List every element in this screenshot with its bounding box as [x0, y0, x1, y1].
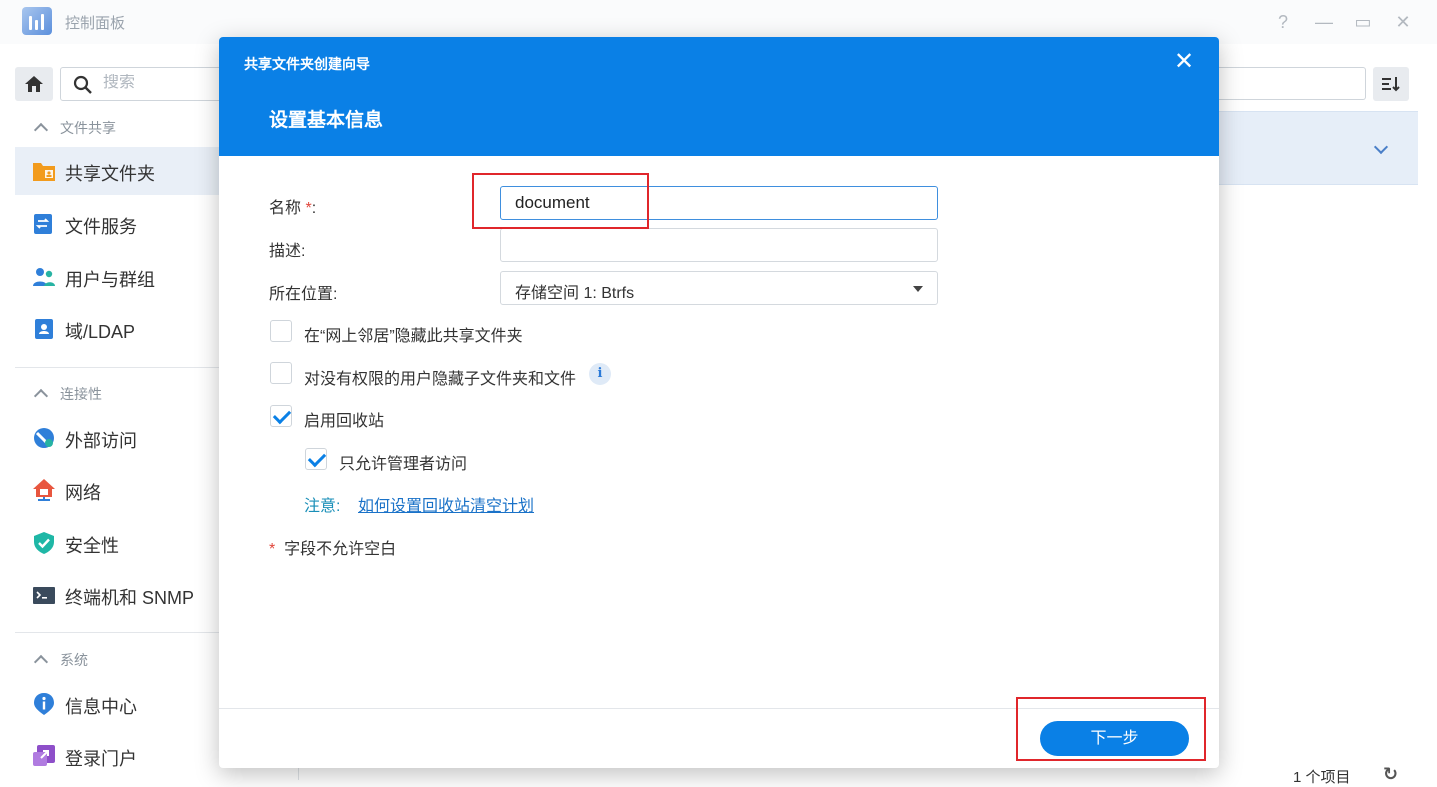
note-label: 注意:	[304, 498, 341, 515]
maximize-icon[interactable]: ▭	[1349, 8, 1377, 36]
domain-ldap-icon	[35, 319, 53, 339]
sidebar-item-network[interactable]: 网络	[15, 466, 225, 514]
users-groups-icon	[33, 268, 55, 286]
sidebar-item-security[interactable]: 安全性	[15, 519, 225, 567]
create-shared-folder-wizard: 共享文件夹创建向导 设置基本信息 ✕ 名称 *: 描述: 所在位置: 存储空间 …	[219, 37, 1219, 768]
shared-folder-icon	[33, 163, 55, 181]
close-window-icon[interactable]: ✕	[1389, 8, 1417, 36]
step-title: 设置基本信息	[269, 110, 384, 131]
network-icon	[33, 479, 55, 501]
search-field[interactable]	[60, 67, 240, 101]
sidebar-item-shared-folder[interactable]: 共享文件夹	[15, 147, 225, 195]
sidebar-item-file-services[interactable]: 文件服务	[15, 200, 225, 248]
refresh-icon[interactable]: ↻	[1383, 764, 1398, 785]
location-label: 所在位置:	[269, 286, 338, 303]
sidebar-divider	[15, 367, 225, 368]
chevron-up-icon	[33, 654, 49, 670]
terminal-icon	[33, 587, 55, 604]
help-icon[interactable]: ?	[1269, 8, 1297, 36]
search-input[interactable]	[103, 74, 223, 92]
search-icon	[73, 75, 92, 94]
sidebar-item-terminal-snmp[interactable]: 终端机和 SNMP	[15, 571, 225, 619]
chevron-up-icon	[33, 388, 49, 404]
sidebar-divider	[15, 632, 225, 633]
section-system[interactable]: 系统	[33, 650, 88, 670]
info-icon[interactable]: i	[589, 363, 611, 385]
chevron-up-icon	[33, 122, 49, 138]
hide-subfolders-checkbox[interactable]	[270, 362, 292, 384]
hide-network-label: 在“网上邻居”隐藏此共享文件夹	[304, 328, 523, 345]
enable-recycle-label: 启用回收站	[304, 413, 385, 430]
item-count: 1 个项目	[1293, 769, 1351, 786]
security-shield-icon	[34, 532, 54, 554]
file-services-icon	[34, 214, 52, 234]
recycle-schedule-link[interactable]: 如何设置回收站清空计划	[358, 492, 534, 516]
admin-only-label: 只允许管理者访问	[339, 456, 468, 473]
location-select[interactable]: 存储空间 1: Btrfs	[500, 271, 938, 305]
sidebar-item-external-access[interactable]: 外部访问	[15, 414, 225, 462]
section-connectivity[interactable]: 连接性	[33, 384, 102, 404]
minimize-icon[interactable]: —	[1310, 8, 1338, 36]
required-field-note: * 字段不允许空白	[269, 541, 397, 558]
sidebar-item-domain-ldap[interactable]: 域/LDAP	[15, 305, 225, 353]
info-center-icon	[34, 693, 54, 715]
control-panel-logo-icon	[22, 7, 52, 35]
hide-network-checkbox[interactable]	[270, 320, 292, 342]
dropdown-arrow-icon	[913, 286, 923, 292]
enable-recycle-checkbox[interactable]	[270, 405, 292, 427]
control-panel-window: 控制面板 ? — ▭ ✕ 文件共享 共享文件夹 文件服务	[0, 0, 1437, 786]
sidebar-item-info-center[interactable]: 信息中心	[15, 680, 225, 728]
annotation-box-name	[472, 173, 649, 229]
sidebar-item-login-portal[interactable]: 登录门户	[15, 732, 225, 780]
home-icon	[25, 76, 43, 92]
sidebar-item-users-groups[interactable]: 用户与群组	[15, 253, 225, 301]
section-file-sharing[interactable]: 文件共享	[33, 118, 116, 138]
home-button[interactable]	[15, 67, 53, 101]
dialog-header: 共享文件夹创建向导 设置基本信息 ✕	[219, 37, 1219, 156]
sort-icon	[1382, 77, 1400, 92]
description-field[interactable]	[500, 228, 938, 262]
login-portal-icon	[33, 745, 55, 766]
name-label: 名称 *:	[269, 200, 317, 217]
admin-only-checkbox[interactable]	[305, 448, 327, 470]
window-title: 控制面板	[65, 15, 126, 32]
description-input[interactable]	[515, 235, 915, 255]
annotation-box-next	[1016, 697, 1206, 761]
external-access-icon	[34, 428, 54, 448]
description-label: 描述:	[269, 243, 306, 260]
background-list-row[interactable]	[1200, 111, 1418, 185]
hide-subfolders-label: 对没有权限的用户隐藏子文件夹和文件	[304, 371, 577, 388]
location-value: 存储空间 1: Btrfs	[515, 285, 635, 302]
chevron-down-icon[interactable]	[1373, 139, 1389, 155]
background-filter-field[interactable]	[1200, 67, 1366, 100]
close-icon[interactable]: ✕	[1171, 49, 1197, 75]
sort-button[interactable]	[1373, 67, 1409, 101]
wizard-title: 共享文件夹创建向导	[244, 56, 370, 72]
